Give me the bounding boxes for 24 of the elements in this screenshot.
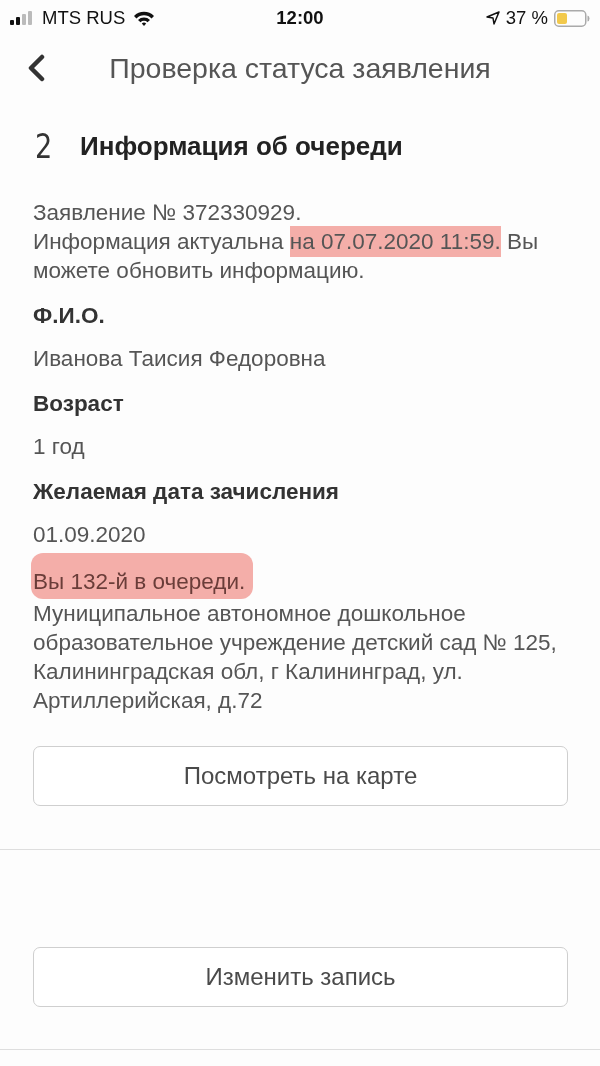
battery-percent: 37 % xyxy=(505,7,548,29)
field-label: Желаемая дата зачисления xyxy=(33,478,340,506)
view-on-map-button[interactable]: Посмотреть на карте xyxy=(33,746,568,806)
kindergarten-address-text: Муниципальное автономное дошкольное образовательное учреждение детский сад № 125, Калининградская обл, г Калининград, ул. Артиллерийская, д.72 xyxy=(33,600,558,715)
step-number: 2 xyxy=(35,126,52,166)
clock-time: 12:00 xyxy=(276,7,324,29)
battery-icon xyxy=(554,9,590,27)
field-value: 1 год xyxy=(33,433,86,461)
application-number-text: Заявление № 372330929. xyxy=(33,199,303,227)
section-title: Информация об очереди xyxy=(80,130,403,162)
queue-position-text: Вы 132-й в очереди. xyxy=(31,553,254,599)
field-value: 01.09.2020 xyxy=(33,521,147,549)
field-value: Иванова Таисия Федоровна xyxy=(33,345,327,373)
back-chevron-icon xyxy=(26,54,46,82)
carrier-name: MTS RUS xyxy=(42,7,126,29)
info-update-text: Информация актуальна на 07.07.2020 11:59. Вы можете обновить информацию. xyxy=(33,227,580,285)
back-button[interactable] xyxy=(26,54,46,82)
signal-strength-icon xyxy=(10,11,34,25)
page-title: Проверка статуса заявления xyxy=(108,51,492,85)
location-arrow-icon xyxy=(485,11,500,25)
wifi-icon xyxy=(133,10,156,26)
field-label: Ф.И.О. xyxy=(33,302,106,330)
edit-record-button[interactable]: Изменить запись xyxy=(33,947,568,1007)
field-label: Возраст xyxy=(33,390,125,418)
